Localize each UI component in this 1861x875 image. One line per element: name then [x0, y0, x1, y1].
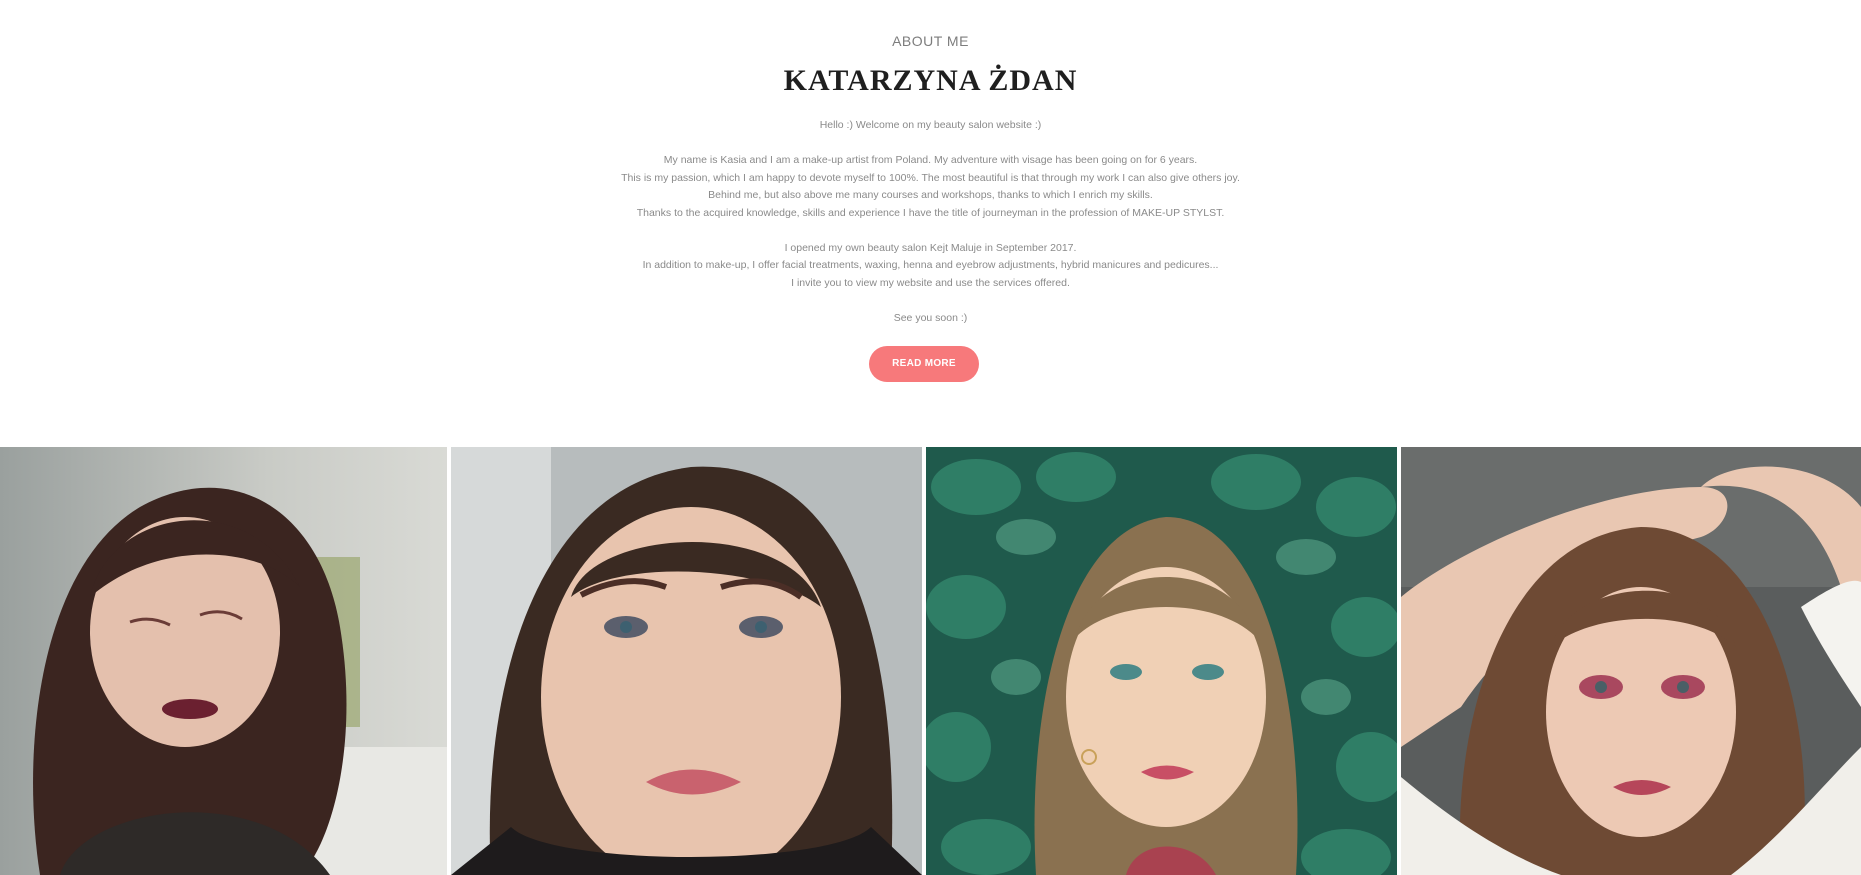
section-eyebrow: ABOUT ME — [892, 33, 969, 49]
bio-line: This is my passion, which I am happy to … — [621, 171, 1240, 184]
gallery-photo-3[interactable] — [926, 447, 1397, 875]
gallery-photo-4[interactable] — [1401, 447, 1861, 875]
bio-spacer — [0, 135, 1861, 153]
portrait-image — [926, 447, 1397, 875]
bio-text: Hello :) Welcome on my beauty salon webs… — [0, 117, 1861, 327]
bio-line: I invite you to view my website and use … — [791, 276, 1070, 289]
bio-line: See you soon :) — [893, 311, 968, 324]
bio-line: In addition to make-up, I offer facial t… — [642, 259, 1219, 271]
about-section: ABOUT ME KATARZYNA ŻDAN Hello :) Welcome… — [0, 0, 1861, 447]
portfolio-gallery — [0, 447, 1861, 875]
bio-line: Hello :) Welcome on my beauty salon webs… — [819, 119, 1042, 131]
bio-line: Behind me, but also above me many course… — [708, 189, 1153, 201]
portrait-image — [0, 447, 447, 875]
portrait-image — [451, 447, 922, 875]
gallery-photo-2[interactable] — [451, 447, 922, 875]
gallery-photo-1[interactable] — [0, 447, 447, 875]
read-more-button[interactable]: READ MORE — [869, 346, 979, 382]
bio-spacer — [0, 222, 1861, 240]
bio-line: I opened my own beauty salon Kejt Maluje… — [784, 241, 1077, 254]
bio-line: My name is Kasia and I am a make-up arti… — [663, 154, 1198, 166]
bio-line: Thanks to the acquired knowledge, skills… — [636, 206, 1225, 219]
portrait-image — [1401, 447, 1861, 875]
bio-spacer — [0, 292, 1861, 310]
page-title: KATARZYNA ŻDAN — [783, 64, 1078, 97]
